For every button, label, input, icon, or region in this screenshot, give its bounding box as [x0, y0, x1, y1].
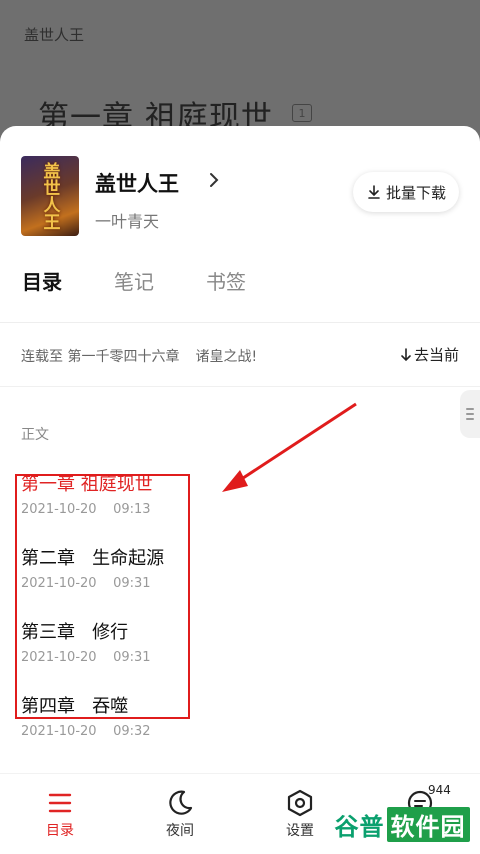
- nav-label: 目录: [46, 823, 74, 839]
- batch-download-label: 批量下载: [385, 183, 446, 202]
- nav-catalog[interactable]: 目录: [25, 788, 95, 840]
- chapter-title: 第三章 修行: [21, 622, 129, 643]
- serial-prefix: 连载至: [21, 349, 63, 365]
- serial-latest-title: 诸皇之战!: [195, 349, 258, 365]
- chapter-title: 第二章 生命起源: [21, 548, 165, 569]
- nav-night-mode[interactable]: 夜间: [145, 788, 215, 840]
- tab-bookmarks[interactable]: 书签: [206, 266, 246, 295]
- book-author: 一叶青天: [95, 212, 160, 231]
- chapter-title: 第一章 祖庭现世: [21, 474, 153, 495]
- chapter-date: 2021-10-20 09:13: [21, 502, 151, 517]
- nav-label: 夜间: [166, 823, 194, 839]
- nav-settings[interactable]: 设置: [265, 788, 335, 840]
- watermark-part2: 软件园: [386, 806, 470, 842]
- scroll-handle[interactable]: [460, 390, 480, 438]
- chapter-date: 2021-10-20 09:32: [21, 724, 151, 739]
- moon-icon: [169, 790, 193, 815]
- arrow-down-icon: [401, 347, 411, 361]
- chapter-item[interactable]: 第二章 生命起源 2021-10-20 09:31: [21, 544, 321, 614]
- chapter-index-badge: 1: [292, 104, 312, 122]
- chapter-title: 第四章 吞噬: [21, 696, 129, 717]
- book-header: 盖世人王 盖世人王 一叶青天 批量下载: [0, 126, 480, 246]
- tab-bar: 目录 笔记 书签: [0, 266, 480, 316]
- batch-download-button[interactable]: 批量下载: [353, 172, 459, 212]
- chevron-right-icon[interactable]: [204, 170, 224, 190]
- cover-title: 盖世人王: [39, 162, 60, 230]
- reader-book-name: 盖世人王: [24, 26, 85, 44]
- tab-notes[interactable]: 笔记: [114, 266, 154, 295]
- serial-latest-chapter: 第一千零四十六章: [67, 349, 180, 365]
- goto-current-button[interactable]: 去当前: [400, 344, 459, 365]
- serial-divider: [0, 386, 480, 387]
- book-title[interactable]: 盖世人王: [95, 168, 179, 198]
- chapter-date: 2021-10-20 09:31: [21, 576, 151, 591]
- book-cover[interactable]: 盖世人王: [21, 156, 79, 236]
- menu-icon: [48, 793, 72, 813]
- chapter-item[interactable]: 第一章 祖庭现世 2021-10-20 09:13: [21, 470, 321, 540]
- section-label: 正文: [21, 427, 49, 443]
- settings-icon: [287, 789, 313, 817]
- tab-divider: [0, 322, 480, 323]
- watermark-part1: 谷普: [334, 812, 385, 841]
- chapter-item[interactable]: 第四章 吞噬 2021-10-20 09:32: [21, 692, 321, 762]
- chapter-date: 2021-10-20 09:31: [21, 650, 151, 665]
- download-icon: [368, 185, 380, 199]
- watermark-logo: 谷普 软件园: [334, 806, 470, 842]
- serial-status: 连载至 第一千零四十六章 诸皇之战!: [21, 346, 257, 366]
- goto-current-label: 去当前: [413, 346, 459, 364]
- tab-catalog[interactable]: 目录: [22, 266, 62, 295]
- comment-count-badge: 944: [428, 783, 451, 797]
- chapter-item[interactable]: 第三章 修行 2021-10-20 09:31: [21, 618, 321, 688]
- nav-label: 设置: [286, 823, 314, 839]
- catalog-sheet: 盖世人王 盖世人王 一叶青天 批量下载 目录 笔记 书签 连载至 第一千零四十六…: [0, 126, 480, 853]
